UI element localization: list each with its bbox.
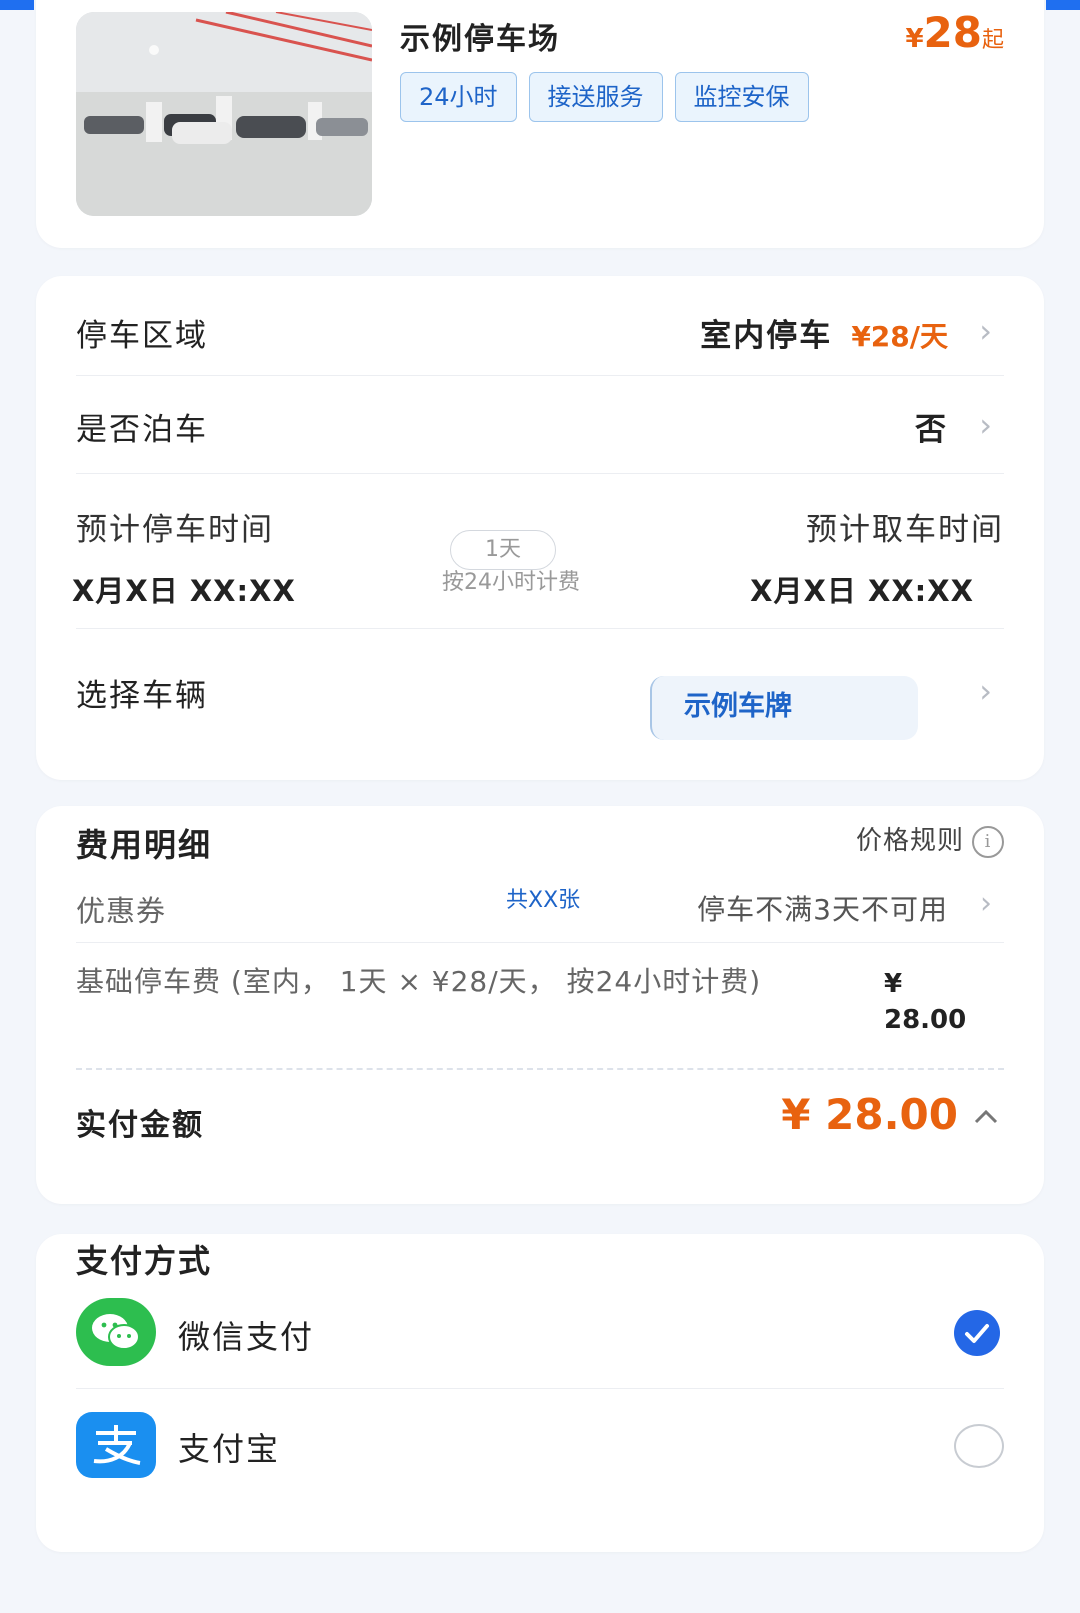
parking-area-value: 室内停车 <box>700 318 833 354</box>
vehicle-label: 选择车辆 <box>76 678 208 714</box>
coupon-count: 共XX张 <box>506 888 581 913</box>
chevron-right-icon: › <box>979 406 992 444</box>
alipay-label: 支付宝 <box>178 1430 281 1468</box>
base-fee-amount: ¥ 28.00 <box>884 966 976 1038</box>
payment-option-wechat[interactable]: 微信支付 <box>76 1298 1004 1370</box>
payment-title: 支付方式 <box>76 1242 213 1280</box>
license-plate-selector[interactable]: 示例车牌 <box>650 676 918 740</box>
coupon-status: 停车不满3天不可用 <box>697 893 948 926</box>
parking-area-price: ¥28/天 <box>851 320 948 353</box>
base-fee-row: 基础停车费 (室内， 1天 × ¥28/天， 按24小时计费) ¥ 28.00 <box>76 964 1004 1044</box>
payment-card: 支付方式 微信支付 支付宝 <box>36 1234 1044 1552</box>
chevron-right-icon: › <box>979 312 992 350</box>
duration-pill: 1天 <box>450 530 556 570</box>
base-fee-value: 28.00 <box>884 1005 967 1035</box>
pickup-time-label: 预计取车时间 <box>806 512 1004 548</box>
valet-value: 否 <box>915 412 948 448</box>
feature-tags: 24小时 接送服务 监控安保 <box>400 72 809 122</box>
top-right-accent <box>1046 0 1080 10</box>
price-currency: ¥ <box>905 24 924 54</box>
base-fee-description: 基础停车费 (室内， 1天 × ¥28/天， 按24小时计费) <box>76 965 762 998</box>
fee-header: 费用明细 价格规则 i <box>76 820 1004 870</box>
parking-lot-name: 示例停车场 <box>400 22 560 57</box>
price-value: 28 <box>923 8 982 57</box>
divider <box>76 473 1004 474</box>
divider <box>76 375 1004 376</box>
parking-lot-photo <box>76 12 372 216</box>
tag-24h: 24小时 <box>400 72 517 122</box>
park-time-value: X月X日 XX:XX <box>72 574 296 608</box>
chevron-right-icon: › <box>979 672 992 710</box>
pickup-time-value: X月X日 XX:XX <box>750 574 974 608</box>
wechat-pay-icon <box>76 1298 156 1366</box>
top-left-accent <box>0 0 34 10</box>
chevron-up-icon[interactable] <box>972 1102 1000 1134</box>
wechat-pay-label: 微信支付 <box>178 1318 315 1356</box>
parking-area-row[interactable]: 停车区域 室内停车 ¥28/天 › <box>76 310 1004 366</box>
base-fee-currency: ¥ <box>884 969 903 999</box>
starting-price: ¥28起 <box>905 8 1004 57</box>
price-rules-link[interactable]: 价格规则 i <box>856 820 1004 858</box>
info-icon: i <box>972 825 1004 858</box>
coupon-row[interactable]: 优惠券 共XX张 停车不满3天不可用 › <box>76 886 1004 936</box>
park-time-label: 预计停车时间 <box>76 512 274 548</box>
lot-header-card: 示例停车场 ¥28起 24小时 接送服务 监控安保 <box>36 0 1044 248</box>
payment-option-alipay[interactable]: 支付宝 <box>76 1412 1004 1484</box>
tag-shuttle: 接送服务 <box>528 72 663 122</box>
dashed-divider <box>76 1068 1004 1070</box>
price-suffix: 起 <box>981 28 1004 53</box>
fee-details-card: 费用明细 价格规则 i 优惠券 共XX张 停车不满3天不可用 › 基础停车费 (室… <box>36 806 1044 1204</box>
divider <box>76 942 1004 943</box>
divider <box>76 1388 1004 1389</box>
selected-check-icon[interactable] <box>954 1310 1000 1356</box>
price-rules-label: 价格规则 <box>855 826 964 856</box>
alipay-icon <box>76 1412 156 1478</box>
chevron-right-icon: › <box>980 886 992 921</box>
valet-row[interactable]: 是否泊车 否 › <box>76 404 1004 460</box>
valet-label: 是否泊车 <box>76 412 208 448</box>
divider <box>76 628 1004 629</box>
total-label: 实付金额 <box>76 1108 204 1143</box>
fee-details-title: 费用明细 <box>76 826 213 864</box>
parking-area-label: 停车区域 <box>76 318 208 354</box>
unselected-radio-icon[interactable] <box>954 1424 1004 1468</box>
coupon-label: 优惠券 <box>76 894 167 928</box>
tag-security: 监控安保 <box>674 72 809 122</box>
total-row[interactable]: 实付金额 ¥ 28.00 <box>76 1090 1004 1156</box>
total-amount: ¥ 28.00 <box>781 1090 958 1139</box>
